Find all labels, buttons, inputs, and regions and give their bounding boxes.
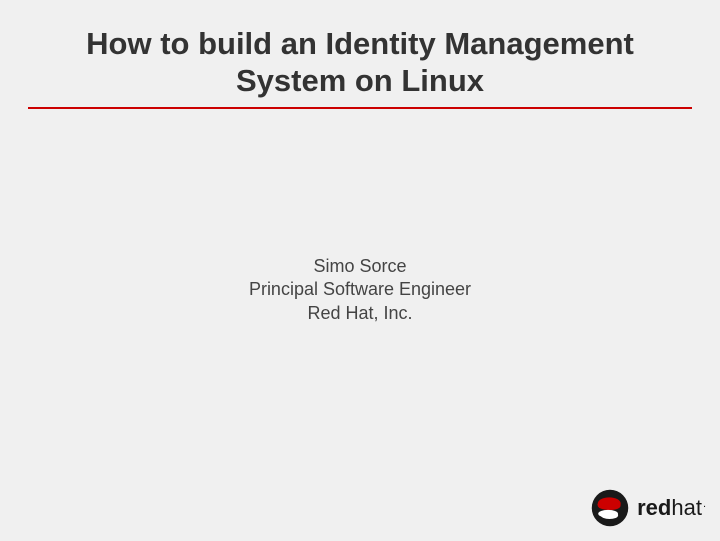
redhat-logo: redhat. bbox=[591, 489, 706, 527]
redhat-logo-text: redhat. bbox=[637, 495, 706, 521]
redhat-fedora-icon bbox=[591, 489, 629, 527]
author-name: Simo Sorce bbox=[0, 255, 720, 278]
author-role: Principal Software Engineer bbox=[0, 278, 720, 301]
slide-title: How to build an Identity Management Syst… bbox=[28, 25, 692, 109]
author-company: Red Hat, Inc. bbox=[0, 302, 720, 325]
logo-trademark: . bbox=[703, 498, 706, 510]
logo-text-normal: hat bbox=[671, 495, 702, 521]
author-block: Simo Sorce Principal Software Engineer R… bbox=[0, 255, 720, 325]
logo-text-bold: red bbox=[637, 495, 671, 521]
